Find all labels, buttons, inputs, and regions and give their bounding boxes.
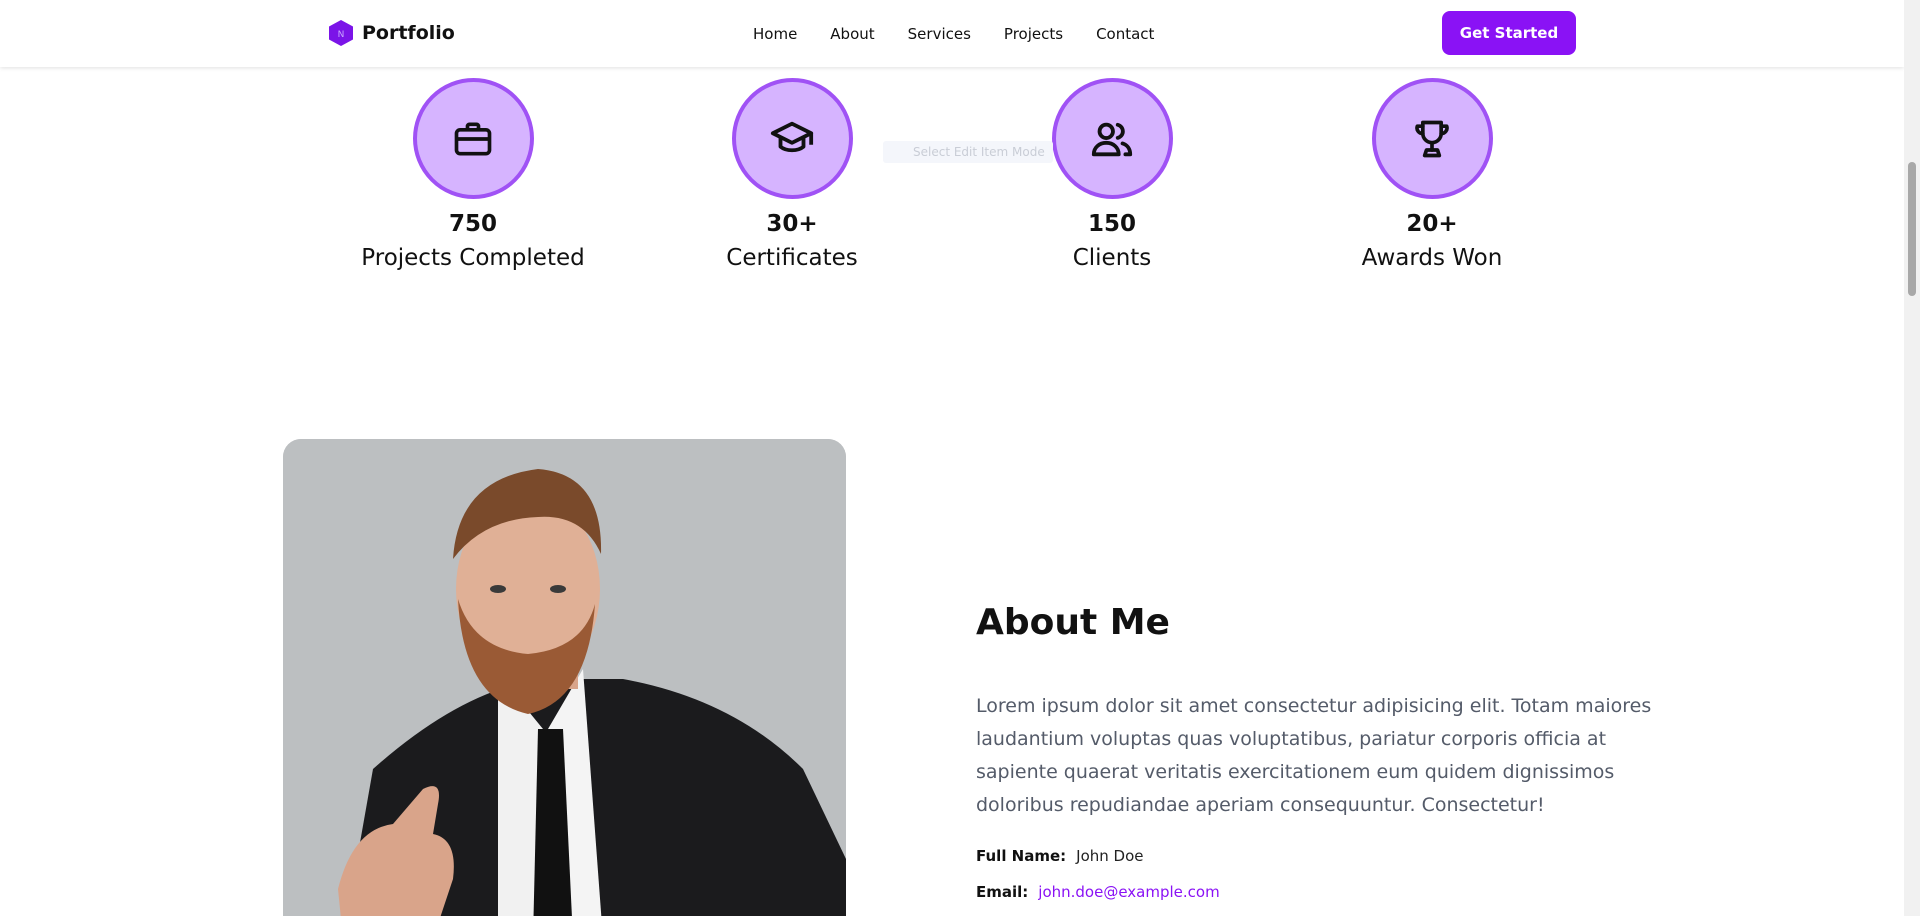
scrollbar-thumb[interactable] [1908, 162, 1916, 296]
profile-photo [283, 439, 846, 916]
email-row: Email: john.doe@example.com [976, 883, 1220, 901]
about-title: About Me [976, 602, 1170, 643]
stat-certificates: 30+ Certificates [662, 78, 922, 271]
stat-label: Clients [1072, 245, 1152, 271]
nav-home[interactable]: Home [753, 25, 797, 43]
get-started-button[interactable]: Get Started [1442, 11, 1576, 55]
site-header: N Portfolio Home About Services Projects… [0, 0, 1904, 67]
hexagon-logo-icon: N [329, 20, 353, 46]
page-scrollbar[interactable] [1904, 0, 1920, 916]
trophy-icon [1415, 120, 1449, 157]
email-label: Email: [976, 883, 1029, 901]
brand-logo[interactable]: N Portfolio [328, 19, 455, 47]
nav-services[interactable]: Services [908, 25, 971, 43]
stat-icon-circle [1051, 78, 1173, 199]
email-link[interactable]: john.doe@example.com [1038, 883, 1219, 901]
stat-icon-circle [731, 78, 853, 199]
stat-number: 750 [448, 211, 497, 237]
stat-projects: 750 Projects Completed [343, 78, 603, 271]
nav-projects[interactable]: Projects [1004, 25, 1063, 43]
svg-text:N: N [338, 30, 345, 40]
briefcase-icon [454, 122, 492, 155]
stat-label: Awards Won [1361, 245, 1503, 271]
full-name-row: Full Name: John Doe [976, 847, 1144, 865]
users-icon [1091, 122, 1133, 156]
full-name-label: Full Name: [976, 847, 1067, 865]
nav-about[interactable]: About [830, 25, 874, 43]
brand-name: Portfolio [362, 22, 455, 44]
stat-icon-circle [1371, 78, 1493, 199]
stat-label: Certificates [726, 245, 858, 271]
faded-overlay-text: Select Edit Item Mode [883, 141, 1053, 163]
stat-number: 150 [1087, 211, 1136, 237]
page: N Portfolio Home About Services Projects… [0, 0, 1904, 916]
stat-number: 20+ [1406, 211, 1458, 237]
stat-icon-circle [412, 78, 534, 199]
nav-contact[interactable]: Contact [1096, 25, 1154, 43]
stat-clients: 150 Clients [982, 78, 1242, 271]
stat-awards: 20+ Awards Won [1302, 78, 1562, 271]
graduation-cap-icon [770, 121, 814, 152]
full-name-value: John Doe [1076, 847, 1144, 865]
stat-label: Projects Completed [361, 245, 585, 271]
main-nav: Home About Services Projects Contact [753, 0, 1154, 67]
stat-number: 30+ [766, 211, 818, 237]
about-paragraph: Lorem ipsum dolor sit amet consectetur a… [976, 695, 1652, 816]
